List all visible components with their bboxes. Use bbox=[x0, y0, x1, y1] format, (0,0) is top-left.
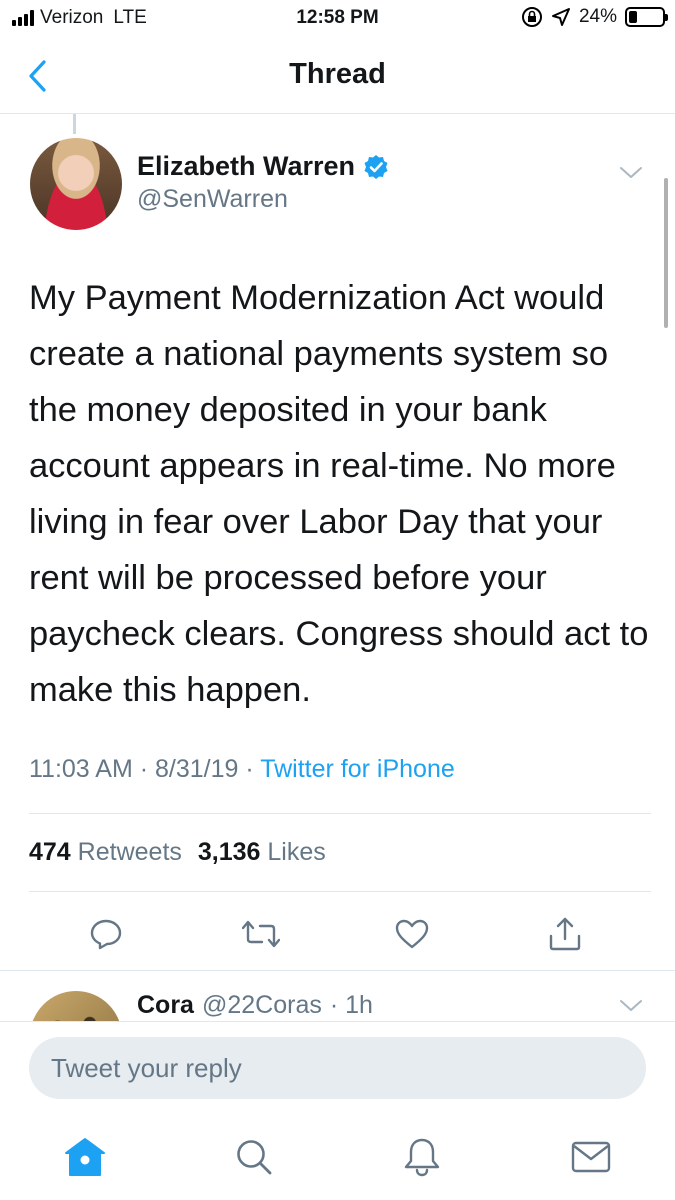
tweet-meta: 11:03 AM · 8/31/19 · Twitter for iPhone bbox=[29, 755, 455, 784]
thread-connector bbox=[73, 114, 76, 134]
author-handle[interactable]: @SenWarren bbox=[137, 185, 288, 214]
like-icon bbox=[395, 919, 429, 949]
reply-author-name: Cora bbox=[137, 991, 194, 1019]
nav-bar: Thread bbox=[0, 40, 675, 114]
author-name: Elizabeth Warren bbox=[137, 151, 356, 181]
author-avatar[interactable] bbox=[30, 138, 122, 230]
home-icon bbox=[65, 1138, 105, 1176]
tweet-actions bbox=[0, 908, 675, 956]
reply-avatar[interactable] bbox=[30, 991, 122, 1021]
tab-home[interactable] bbox=[61, 1133, 109, 1181]
status-bar: Verizon LTE 12:58 PM 24% bbox=[0, 0, 675, 40]
tab-messages[interactable] bbox=[567, 1133, 615, 1181]
likes-label: Likes bbox=[267, 838, 326, 866]
divider bbox=[29, 813, 651, 814]
battery-icon bbox=[625, 7, 668, 27]
reply-preview[interactable]: Cora @22Coras · 1h bbox=[0, 971, 675, 1021]
reply-author-handle: @22Coras bbox=[201, 991, 322, 1019]
share-button[interactable] bbox=[545, 914, 585, 954]
tab-notifications[interactable] bbox=[398, 1133, 446, 1181]
tweet-date: 8/31/19 bbox=[155, 755, 239, 783]
orientation-lock-icon bbox=[521, 7, 542, 27]
chevron-down-icon[interactable] bbox=[617, 158, 645, 186]
verified-badge-icon bbox=[364, 154, 388, 179]
tweet-time: 11:03 AM bbox=[29, 755, 133, 783]
location-icon bbox=[551, 8, 570, 26]
chevron-down-icon[interactable] bbox=[617, 991, 645, 1019]
tab-bar bbox=[0, 1113, 675, 1200]
share-icon bbox=[549, 917, 581, 951]
retweet-icon bbox=[242, 920, 280, 948]
retweets-label: Retweets bbox=[77, 838, 182, 866]
author-name-row[interactable]: Elizabeth Warren bbox=[137, 151, 389, 182]
compose-bar bbox=[0, 1021, 675, 1113]
reply-age: · 1h bbox=[329, 991, 373, 1019]
notifications-icon bbox=[404, 1138, 440, 1177]
reply-icon bbox=[90, 919, 122, 950]
reply-button[interactable] bbox=[86, 914, 126, 954]
messages-icon bbox=[571, 1141, 611, 1173]
retweet-button[interactable] bbox=[241, 914, 281, 954]
retweets-stat[interactable]: 474 Retweets bbox=[29, 838, 182, 867]
tweet-source-link[interactable]: Twitter for iPhone bbox=[260, 755, 455, 783]
tweet-stats: 474 Retweets 3,136 Likes bbox=[29, 838, 326, 867]
page-title: Thread bbox=[289, 58, 386, 90]
likes-count: 3,136 bbox=[197, 838, 261, 866]
reply-input[interactable] bbox=[29, 1037, 646, 1099]
likes-stat[interactable]: 3,136 Likes bbox=[198, 838, 326, 867]
tweet-text: My Payment Modernization Act would creat… bbox=[29, 279, 649, 709]
like-button[interactable] bbox=[392, 914, 432, 954]
meta-separator: · bbox=[245, 755, 254, 783]
search-icon bbox=[237, 1140, 272, 1175]
tab-search[interactable] bbox=[230, 1133, 278, 1181]
meta-separator: · bbox=[139, 755, 149, 783]
retweets-count: 474 bbox=[29, 838, 71, 866]
battery-percent: 24% bbox=[578, 6, 617, 27]
divider bbox=[29, 891, 651, 892]
scrollbar[interactable] bbox=[664, 178, 668, 328]
reply-header: Cora @22Coras · 1h bbox=[137, 991, 373, 1020]
